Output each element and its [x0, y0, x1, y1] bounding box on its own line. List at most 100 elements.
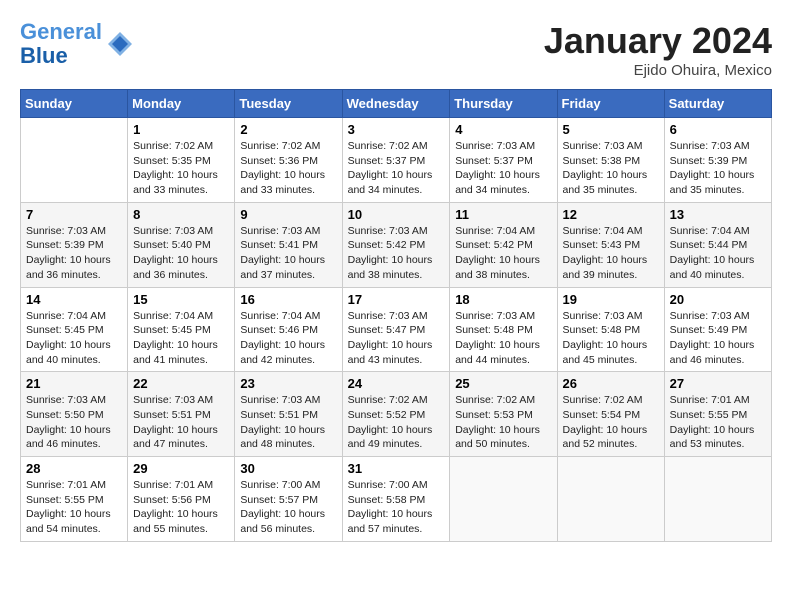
cell-info: Sunrise: 7:00 AMSunset: 5:57 PMDaylight:… [240, 479, 325, 535]
day-number: 8 [133, 207, 229, 222]
day-number: 13 [670, 207, 766, 222]
calendar-cell: 28Sunrise: 7:01 AMSunset: 5:55 PMDayligh… [21, 457, 128, 542]
day-number: 3 [348, 122, 445, 137]
calendar-cell: 20 Sunrise: 7:03 AMSunset: 5:49 PMDayligh… [664, 287, 771, 372]
calendar-cell [450, 457, 557, 542]
calendar-header-row: SundayMondayTuesdayWednesdayThursdayFrid… [21, 90, 772, 118]
day-number: 25 [455, 376, 551, 391]
calendar-cell: 6 Sunrise: 7:03 AMSunset: 5:39 PMDaylight… [664, 118, 771, 203]
calendar-cell: 29Sunrise: 7:01 AMSunset: 5:56 PMDayligh… [128, 457, 235, 542]
calendar-cell: 8 Sunrise: 7:03 AMSunset: 5:40 PMDaylight… [128, 202, 235, 287]
day-number: 20 [670, 292, 766, 307]
day-number: 9 [240, 207, 336, 222]
weekday-header: Sunday [21, 90, 128, 118]
calendar-cell: 14 Sunrise: 7:04 AMSunset: 5:45 PMDayligh… [21, 287, 128, 372]
day-number: 16 [240, 292, 336, 307]
day-number: 15 [133, 292, 229, 307]
calendar-cell: 27 Sunrise: 7:01 AMSunset: 5:55 PMDayligh… [664, 372, 771, 457]
calendar-cell: 21 Sunrise: 7:03 AMSunset: 5:50 PMDayligh… [21, 372, 128, 457]
cell-info: Sunrise: 7:03 AMSunset: 5:40 PMDaylight:… [133, 225, 218, 281]
day-number: 26 [563, 376, 659, 391]
calendar-cell: 5 Sunrise: 7:03 AMSunset: 5:38 PMDaylight… [557, 118, 664, 203]
calendar-cell: 9 Sunrise: 7:03 AMSunset: 5:41 PMDaylight… [235, 202, 342, 287]
cell-info: Sunrise: 7:03 AMSunset: 5:51 PMDaylight:… [240, 394, 325, 450]
logo: GeneralBlue [20, 20, 134, 68]
calendar-cell: 7 Sunrise: 7:03 AMSunset: 5:39 PMDaylight… [21, 202, 128, 287]
day-number: 19 [563, 292, 659, 307]
calendar-cell: 4Sunrise: 7:03 AMSunset: 5:37 PMDaylight… [450, 118, 557, 203]
cell-info: Sunrise: 7:04 AMSunset: 5:45 PMDaylight:… [133, 310, 218, 366]
calendar-week-row: 28Sunrise: 7:01 AMSunset: 5:55 PMDayligh… [21, 457, 772, 542]
calendar-cell: 13Sunrise: 7:04 AMSunset: 5:44 PMDayligh… [664, 202, 771, 287]
calendar-cell: 1 Sunrise: 7:02 AMSunset: 5:35 PMDaylight… [128, 118, 235, 203]
page-header: GeneralBlue January 2024 Ejido Ohuira, M… [20, 20, 772, 79]
calendar-cell: 15 Sunrise: 7:04 AMSunset: 5:45 PMDayligh… [128, 287, 235, 372]
calendar-cell: 2Sunrise: 7:02 AMSunset: 5:36 PMDaylight… [235, 118, 342, 203]
calendar-cell: 30 Sunrise: 7:00 AMSunset: 5:57 PMDayligh… [235, 457, 342, 542]
cell-info: Sunrise: 7:02 AMSunset: 5:52 PMDaylight:… [348, 394, 433, 450]
day-number: 7 [26, 207, 122, 222]
day-number: 6 [670, 122, 766, 137]
day-number: 1 [133, 122, 229, 137]
day-number: 12 [563, 207, 659, 222]
calendar-cell: 17 Sunrise: 7:03 AMSunset: 5:47 PMDayligh… [342, 287, 450, 372]
cell-info: Sunrise: 7:03 AMSunset: 5:48 PMDaylight:… [563, 310, 648, 366]
calendar-cell: 25 Sunrise: 7:02 AMSunset: 5:53 PMDayligh… [450, 372, 557, 457]
calendar-cell: 16 Sunrise: 7:04 AMSunset: 5:46 PMDayligh… [235, 287, 342, 372]
weekday-header: Monday [128, 90, 235, 118]
calendar-week-row: 14 Sunrise: 7:04 AMSunset: 5:45 PMDayligh… [21, 287, 772, 372]
day-number: 11 [455, 207, 551, 222]
day-number: 22 [133, 376, 229, 391]
cell-info: Sunrise: 7:01 AMSunset: 5:55 PMDaylight:… [26, 479, 111, 535]
weekday-header: Friday [557, 90, 664, 118]
cell-info: Sunrise: 7:03 AMSunset: 5:42 PMDaylight:… [348, 225, 433, 281]
cell-info: Sunrise: 7:02 AMSunset: 5:54 PMDaylight:… [563, 394, 648, 450]
day-number: 14 [26, 292, 122, 307]
cell-info: Sunrise: 7:00 AMSunset: 5:58 PMDaylight:… [348, 479, 433, 535]
day-number: 30 [240, 461, 336, 476]
cell-info: Sunrise: 7:03 AMSunset: 5:51 PMDaylight:… [133, 394, 218, 450]
cell-info: Sunrise: 7:03 AMSunset: 5:39 PMDaylight:… [670, 140, 755, 196]
calendar-cell: 3 Sunrise: 7:02 AMSunset: 5:37 PMDaylight… [342, 118, 450, 203]
day-number: 4 [455, 122, 551, 137]
calendar-cell: 24 Sunrise: 7:02 AMSunset: 5:52 PMDayligh… [342, 372, 450, 457]
cell-info: Sunrise: 7:02 AMSunset: 5:35 PMDaylight:… [133, 140, 218, 196]
cell-info: Sunrise: 7:04 AMSunset: 5:42 PMDaylight:… [455, 225, 540, 281]
cell-info: Sunrise: 7:03 AMSunset: 5:47 PMDaylight:… [348, 310, 433, 366]
calendar-cell [21, 118, 128, 203]
calendar-cell: 19 Sunrise: 7:03 AMSunset: 5:48 PMDayligh… [557, 287, 664, 372]
cell-info: Sunrise: 7:01 AMSunset: 5:55 PMDaylight:… [670, 394, 755, 450]
month-title: January 2024 [544, 20, 772, 62]
day-number: 31 [348, 461, 445, 476]
calendar-cell [664, 457, 771, 542]
cell-info: Sunrise: 7:03 AMSunset: 5:50 PMDaylight:… [26, 394, 111, 450]
logo-text: GeneralBlue [20, 20, 102, 68]
day-number: 18 [455, 292, 551, 307]
cell-info: Sunrise: 7:03 AMSunset: 5:38 PMDaylight:… [563, 140, 648, 196]
calendar-week-row: 21 Sunrise: 7:03 AMSunset: 5:50 PMDayligh… [21, 372, 772, 457]
day-number: 10 [348, 207, 445, 222]
cell-info: Sunrise: 7:03 AMSunset: 5:41 PMDaylight:… [240, 225, 325, 281]
cell-info: Sunrise: 7:02 AMSunset: 5:53 PMDaylight:… [455, 394, 540, 450]
cell-info: Sunrise: 7:04 AMSunset: 5:46 PMDaylight:… [240, 310, 325, 366]
day-number: 21 [26, 376, 122, 391]
logo-icon [106, 30, 134, 58]
cell-info: Sunrise: 7:03 AMSunset: 5:39 PMDaylight:… [26, 225, 111, 281]
day-number: 5 [563, 122, 659, 137]
calendar-table: SundayMondayTuesdayWednesdayThursdayFrid… [20, 89, 772, 542]
calendar-cell: 22 Sunrise: 7:03 AMSunset: 5:51 PMDayligh… [128, 372, 235, 457]
cell-info: Sunrise: 7:04 AMSunset: 5:45 PMDaylight:… [26, 310, 111, 366]
weekday-header: Saturday [664, 90, 771, 118]
day-number: 27 [670, 376, 766, 391]
day-number: 24 [348, 376, 445, 391]
cell-info: Sunrise: 7:02 AMSunset: 5:37 PMDaylight:… [348, 140, 433, 196]
weekday-header: Wednesday [342, 90, 450, 118]
day-number: 17 [348, 292, 445, 307]
calendar-week-row: 7 Sunrise: 7:03 AMSunset: 5:39 PMDaylight… [21, 202, 772, 287]
calendar-cell: 31 Sunrise: 7:00 AMSunset: 5:58 PMDayligh… [342, 457, 450, 542]
location: Ejido Ohuira, Mexico [544, 62, 772, 79]
cell-info: Sunrise: 7:03 AMSunset: 5:49 PMDaylight:… [670, 310, 755, 366]
calendar-cell: 11 Sunrise: 7:04 AMSunset: 5:42 PMDayligh… [450, 202, 557, 287]
calendar-week-row: 1 Sunrise: 7:02 AMSunset: 5:35 PMDaylight… [21, 118, 772, 203]
calendar-cell [557, 457, 664, 542]
